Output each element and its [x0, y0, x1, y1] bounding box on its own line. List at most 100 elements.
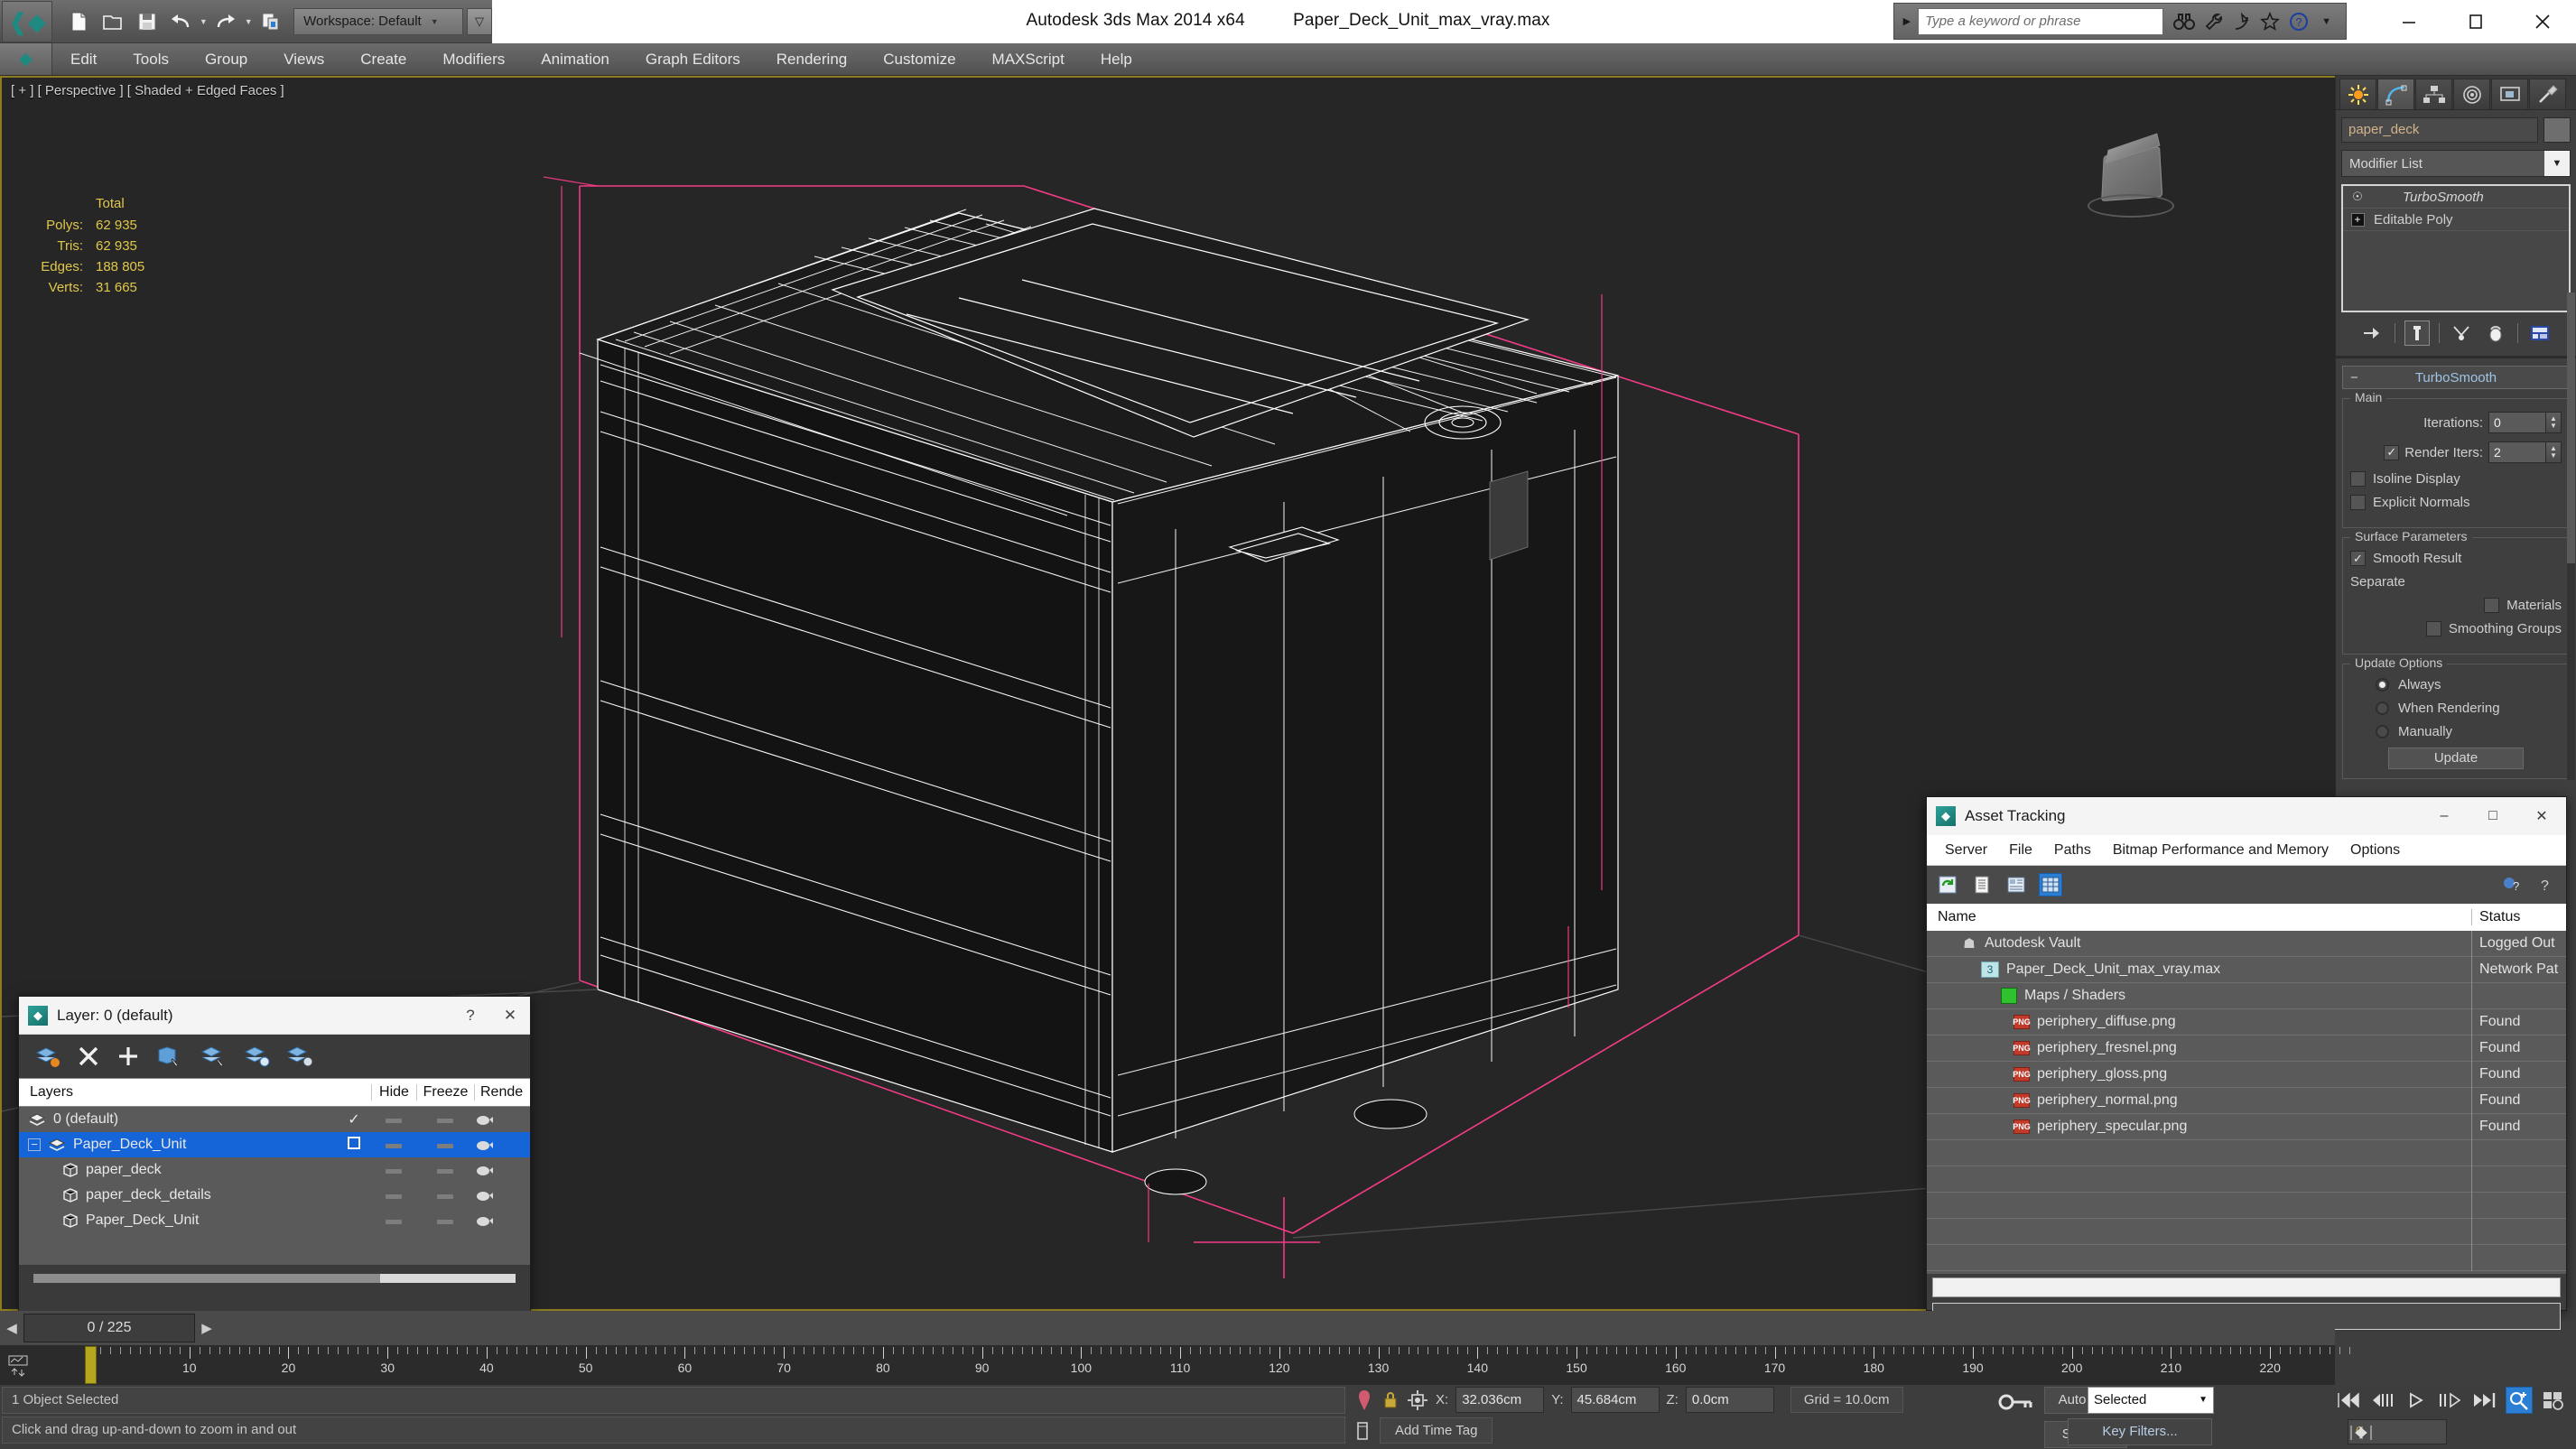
asset-row[interactable]: PNG periphery_gloss.png Found [1927, 1061, 2566, 1088]
menu-item-create[interactable]: Create [342, 43, 424, 76]
update-manually-row[interactable]: Manually [2350, 724, 2562, 739]
layer-row[interactable]: − Paper_Deck_Unit [19, 1132, 530, 1157]
render-iters-value[interactable]: 2 [2488, 441, 2546, 463]
help-question-icon[interactable]: ? [2534, 873, 2557, 896]
layer-properties-icon[interactable] [286, 1045, 313, 1068]
command-panel-scrollbar[interactable] [2567, 293, 2575, 780]
go-to-end-icon[interactable] [2471, 1387, 2498, 1414]
tab-create[interactable] [2339, 79, 2376, 109]
lock-selection-icon[interactable] [1381, 1389, 1400, 1411]
update-always-radio[interactable] [2376, 678, 2389, 692]
tab-utilities[interactable] [2529, 79, 2566, 109]
asset-row[interactable]: 3 Paper_Deck_Unit_max_vray.max Network P… [1927, 956, 2566, 983]
view-cube-compass-ring[interactable] [2088, 194, 2174, 218]
asset-menu-file[interactable]: File [1998, 842, 2043, 859]
zoom-all-icon[interactable] [2540, 1387, 2567, 1414]
zoom-tool-icon[interactable] [2506, 1387, 2533, 1414]
spinner-arrows-icon[interactable]: ▲ ▼ [2546, 412, 2562, 433]
smoothing-groups-row[interactable]: Smoothing Groups [2350, 621, 2562, 636]
iterations-stepper[interactable]: 0 ▲ ▼ [2488, 412, 2562, 433]
transform-gizmo-icon[interactable] [1407, 1389, 1428, 1411]
materials-checkbox[interactable] [2484, 598, 2500, 613]
key-mode-toggle-icon[interactable] [2348, 1419, 2375, 1446]
asset-menu-options[interactable]: Options [2339, 842, 2411, 859]
modifier-stack[interactable]: ☉ TurboSmooth + Editable Poly [2341, 184, 2571, 312]
stack-item-editable-poly[interactable]: + Editable Poly [2343, 209, 2569, 231]
help-add-icon[interactable]: ? [2499, 873, 2523, 896]
list-view-icon[interactable] [1970, 873, 1994, 896]
time-playhead[interactable] [85, 1346, 97, 1384]
object-render-toggle[interactable] [474, 1214, 530, 1227]
search-input[interactable] [1918, 7, 2164, 35]
z-coordinate-field[interactable]: 0.0cm [1685, 1387, 1774, 1413]
isoline-display-checkbox[interactable] [2350, 471, 2366, 487]
satellite-icon[interactable] [2232, 12, 2252, 32]
asset-maximize-button[interactable]: □ [2469, 808, 2517, 824]
isoline-display-row[interactable]: Isoline Display [2350, 471, 2562, 487]
asset-row[interactable]: PNG periphery_specular.png Found [1927, 1113, 2566, 1140]
next-frame-button[interactable]: ▶ [195, 1314, 219, 1342]
track-view-icon[interactable] [4, 1349, 33, 1383]
key-filters-button[interactable]: Key Filters... [2068, 1418, 2212, 1445]
x-coordinate-field[interactable]: 32.036cm [1455, 1387, 1545, 1413]
asset-row[interactable]: PNG periphery_diffuse.png Found [1927, 1008, 2566, 1036]
update-when-rendering-row[interactable]: When Rendering [2350, 701, 2562, 716]
tab-motion[interactable] [2453, 79, 2490, 109]
stack-item-turbosmooth[interactable]: ☉ TurboSmooth [2343, 186, 2569, 209]
view-cube[interactable] [2082, 127, 2181, 227]
binoculars-icon[interactable] [2172, 12, 2196, 32]
previous-key-icon[interactable] [2368, 1387, 2395, 1414]
asset-row[interactable]: ☗ Autodesk Vault Logged Out [1927, 930, 2566, 957]
layer-render-toggle[interactable] [474, 1138, 530, 1151]
show-end-result-icon[interactable] [2404, 320, 2430, 346]
lightbulb-icon[interactable]: ☉ [2348, 190, 2367, 204]
object-freeze-toggle[interactable] [416, 1187, 474, 1203]
asset-close-button[interactable]: ✕ [2517, 807, 2566, 825]
remove-modifier-icon[interactable] [2483, 320, 2508, 346]
selection-set-dropdown[interactable]: Selected ▼ [2088, 1387, 2214, 1414]
layer-current-check[interactable]: ✓ [337, 1110, 371, 1129]
table-view-icon[interactable] [2039, 873, 2062, 896]
time-tag-icon[interactable] [1354, 1419, 1371, 1443]
select-layer-icon[interactable] [200, 1045, 227, 1068]
isolate-selection-icon[interactable] [1354, 1389, 1374, 1412]
layer-row[interactable]: paper_deck_details [19, 1183, 530, 1208]
asset-menu-bitmap-performance[interactable]: Bitmap Performance and Memory [2102, 842, 2339, 859]
star-icon[interactable] [2260, 11, 2281, 32]
close-button[interactable] [2509, 0, 2576, 43]
track-bar-ruler[interactable]: 0102030405060708090100110120130140150160… [0, 1345, 2350, 1385]
layer-render-toggle[interactable] [474, 1113, 530, 1126]
menu-item-modifiers[interactable]: Modifiers [424, 43, 523, 76]
explicit-normals-checkbox[interactable] [2350, 495, 2366, 510]
asset-row[interactable]: PNG periphery_normal.png Found [1927, 1087, 2566, 1114]
go-to-start-icon[interactable] [2334, 1387, 2361, 1414]
asset-minimize-button[interactable]: – [2420, 808, 2469, 824]
asset-tracking-dialog[interactable]: ◆ Asset Tracking – □ ✕ Server File Paths… [1926, 796, 2567, 1330]
layer-freeze-toggle[interactable] [416, 1111, 474, 1128]
materials-row[interactable]: Materials [2350, 598, 2562, 613]
layer-current-check[interactable] [337, 1136, 371, 1154]
menu-item-edit[interactable]: Edit [52, 43, 115, 76]
asset-menu-paths[interactable]: Paths [2043, 842, 2102, 859]
layer-row[interactable]: Paper_Deck_Unit [19, 1208, 530, 1233]
update-always-row[interactable]: Always [2350, 677, 2562, 692]
pin-stack-icon[interactable] [2360, 320, 2385, 346]
set-current-layer-icon[interactable] [243, 1045, 270, 1068]
menu-item-tools[interactable]: Tools [115, 43, 187, 76]
asset-row[interactable]: PNG periphery_fresnel.png Found [1927, 1035, 2566, 1062]
layer-dialog-close-button[interactable]: ✕ [490, 1007, 530, 1025]
explicit-normals-row[interactable]: Explicit Normals [2350, 495, 2562, 510]
layer-dialog-help-button[interactable]: ? [451, 1007, 490, 1025]
rollout-header-turbosmooth[interactable]: − TurboSmooth [2342, 366, 2570, 389]
add-time-tag-button[interactable]: Add Time Tag [1380, 1417, 1493, 1444]
smooth-result-row[interactable]: ✓ Smooth Result [2350, 551, 2562, 566]
render-iters-checkbox[interactable]: ✓ [2384, 444, 2400, 460]
tab-modify[interactable] [2377, 79, 2414, 109]
iterations-value[interactable]: 0 [2488, 412, 2546, 433]
wrench-icon[interactable] [2204, 12, 2224, 32]
maximize-button[interactable] [2442, 0, 2509, 43]
set-key-mode-icon[interactable] [1995, 1389, 2037, 1416]
select-objects-in-layer-icon[interactable] [156, 1045, 183, 1068]
object-hide-toggle[interactable] [371, 1212, 416, 1229]
play-animation-icon[interactable] [2403, 1387, 2430, 1414]
